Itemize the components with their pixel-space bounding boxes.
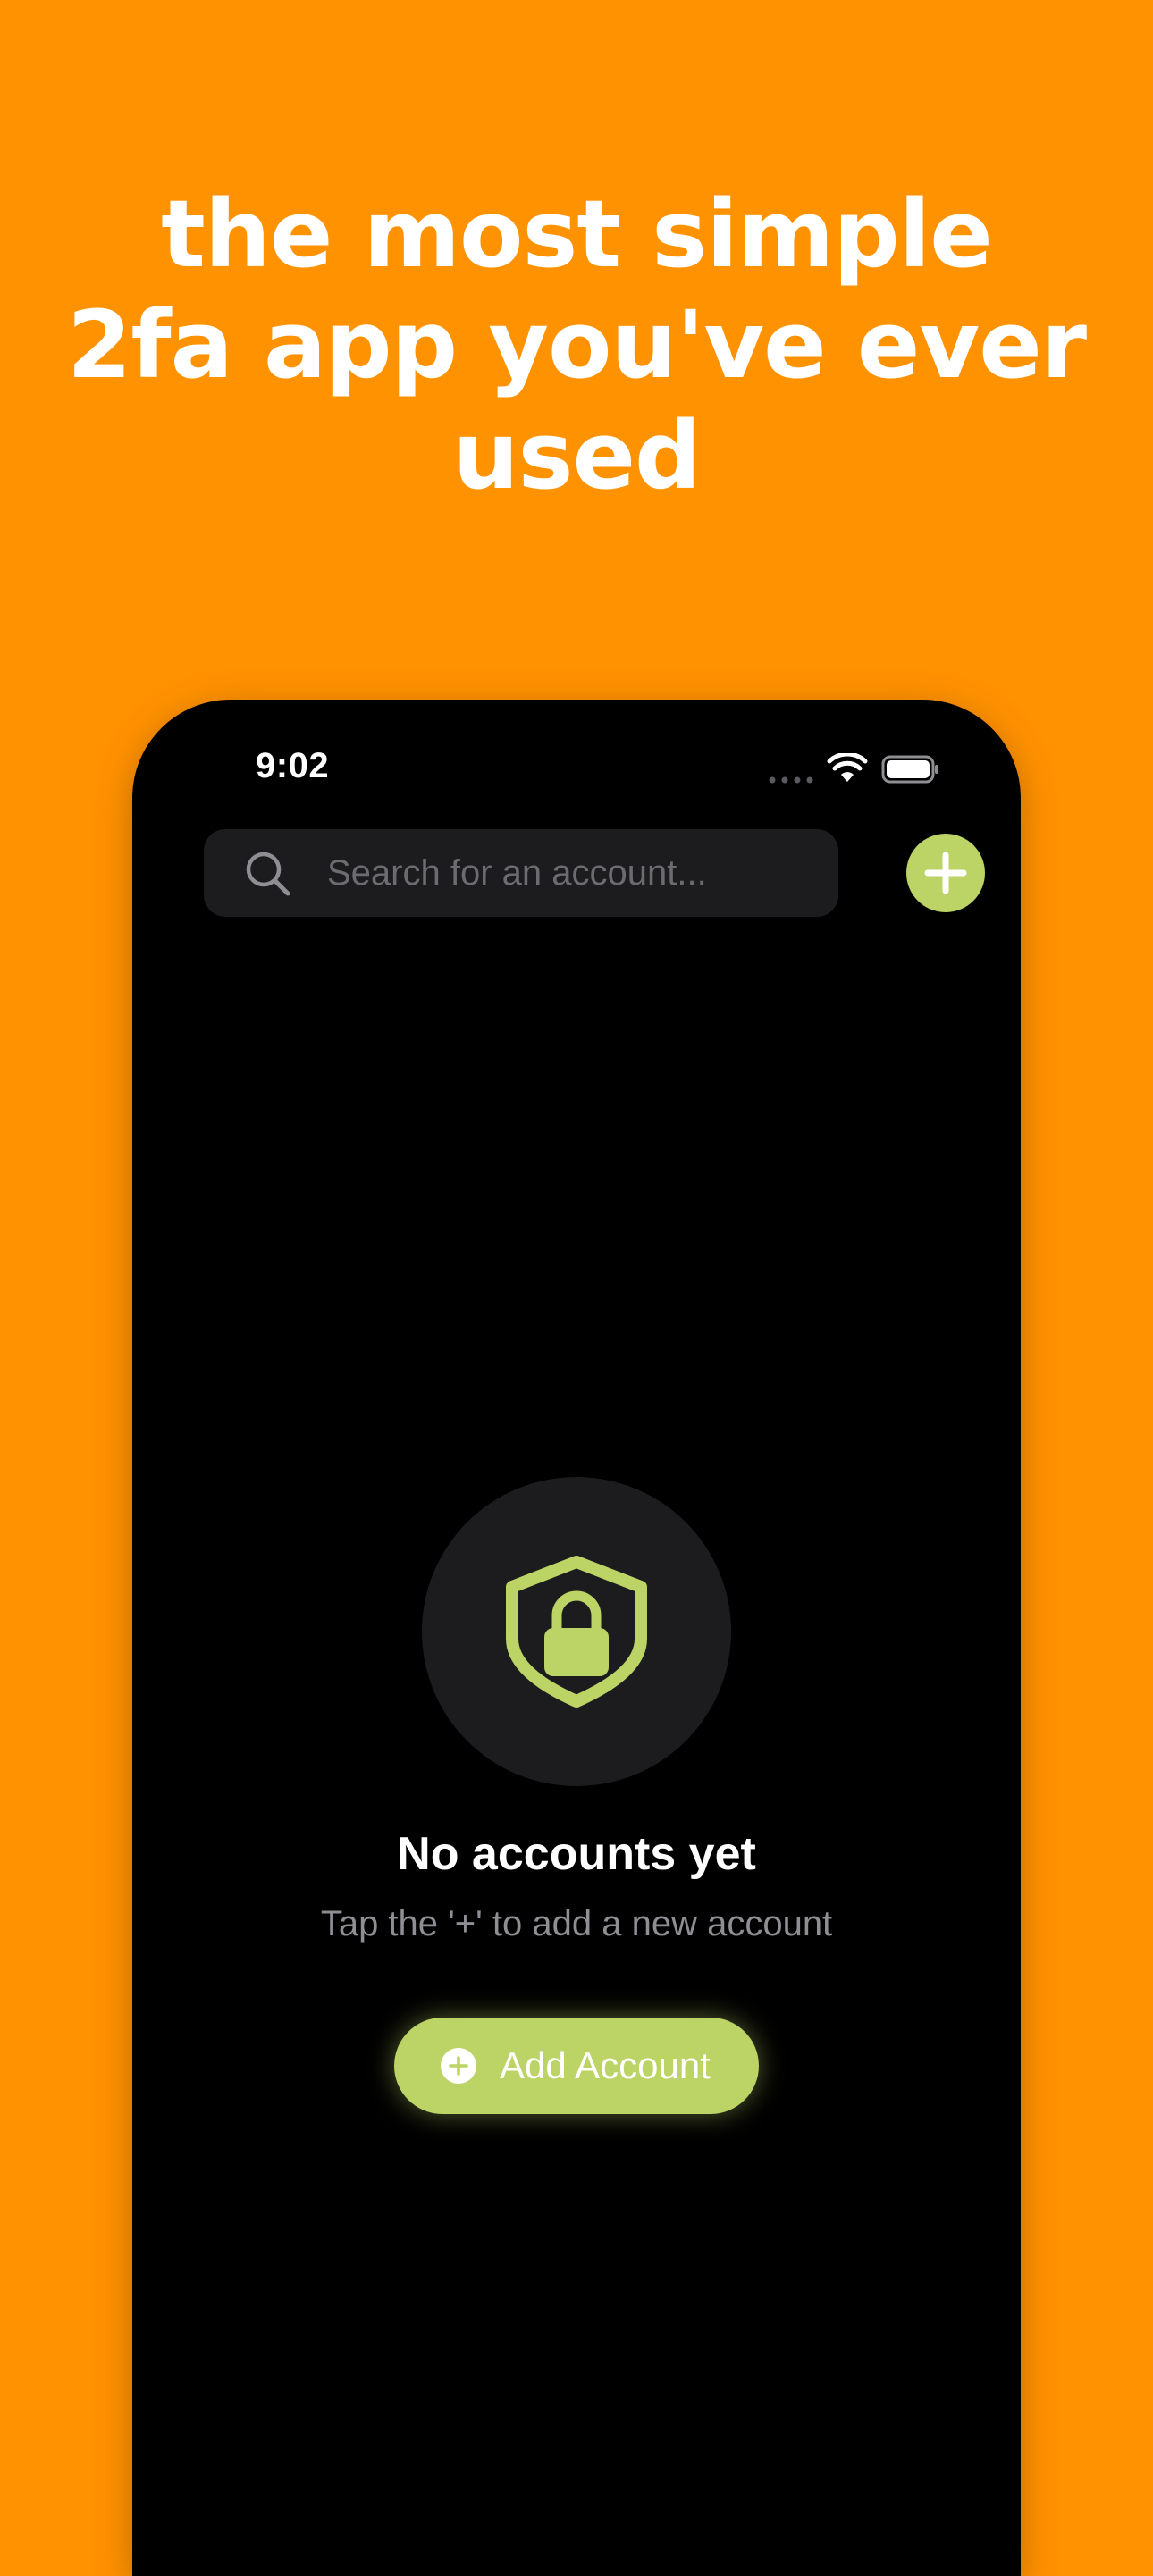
signal-icon [769,776,813,784]
add-account-icon-button[interactable] [906,834,985,912]
empty-state-subtitle: Tap the '+' to add a new account [320,1904,833,1943]
shield-lock-icon [506,1556,647,1708]
headline-line-1: the most simple [161,180,993,289]
battery-icon [881,755,938,784]
add-account-button-label: Add Account [500,2044,711,2086]
search-icon [246,852,290,896]
wifi-icon [827,753,868,782]
plus-circle-icon [441,2048,476,2084]
headline-line-3: used [452,401,702,510]
status-bar-time: 9:02 [256,746,330,785]
add-account-button[interactable]: Add Account [394,2018,759,2114]
empty-state-illustration [422,1477,731,1786]
empty-state-title: No accounts yet [397,1828,756,1880]
headline: the most simple 2fa app you've ever used [0,179,1153,511]
search-bar[interactable]: Search for an account... [204,829,838,917]
headline-line-2: 2fa app you've ever [66,290,1087,399]
search-input[interactable]: Search for an account... [327,829,707,917]
phone-screen: 9:02 Search for an account... No account… [132,700,1021,2576]
plus-icon [924,852,967,894]
